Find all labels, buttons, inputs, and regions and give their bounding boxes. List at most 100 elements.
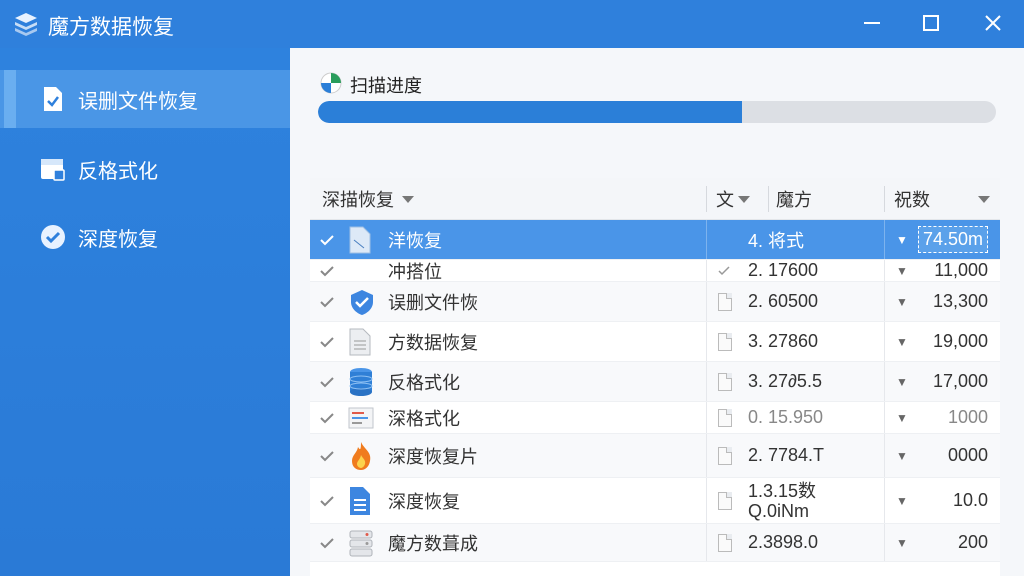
column-header-label: 深描恢复 xyxy=(322,190,394,210)
file-size: 0. 15.950 xyxy=(748,407,824,427)
check-icon[interactable] xyxy=(320,434,338,477)
file-name: 反格式化 xyxy=(388,372,460,393)
column-header-type[interactable]: 文 xyxy=(716,178,750,220)
spreadsheet-icon xyxy=(348,402,378,433)
file-name: 洋恢复 xyxy=(388,230,442,251)
dropdown-arrow-icon[interactable]: ▼ xyxy=(896,282,908,321)
file-type-icon xyxy=(718,282,734,321)
check-icon[interactable] xyxy=(320,220,338,259)
scan-progress-fill xyxy=(318,101,742,123)
dropdown-arrow-icon[interactable]: ▼ xyxy=(896,524,908,561)
drive-format-icon xyxy=(40,156,66,182)
minimize-button[interactable] xyxy=(857,8,887,38)
check-icon[interactable] xyxy=(320,260,338,281)
shield-check-icon xyxy=(348,282,378,321)
check-small-icon xyxy=(718,260,734,281)
close-button[interactable] xyxy=(978,8,1008,38)
sidebar-item-deep-recovery[interactable]: 深度恢复 xyxy=(0,208,290,266)
maximize-button[interactable] xyxy=(916,8,946,38)
file-type-icon xyxy=(718,478,734,523)
check-icon[interactable] xyxy=(320,524,338,561)
dropdown-arrow-icon[interactable]: ▼ xyxy=(896,260,908,281)
column-divider xyxy=(706,220,707,259)
table-row[interactable]: 误删文件恢 2. 60500 ▼ 13,300 xyxy=(310,282,1000,322)
dropdown-arrow-icon[interactable]: ▼ xyxy=(896,402,908,433)
column-divider xyxy=(706,186,707,212)
file-name: 深度恢复 xyxy=(388,491,460,512)
table-row[interactable]: 冲搭位 2. 17600 ▼ 11,000 xyxy=(310,260,1000,282)
file-name: 魔方数葺成 xyxy=(388,533,478,554)
document-check-icon xyxy=(40,86,66,112)
file-size: 3. 27∂5.5 xyxy=(748,371,822,391)
column-dropdown-icon[interactable] xyxy=(978,196,990,203)
file-type-icon xyxy=(718,322,734,361)
file-size: 1.3.15数 Q.0iNm xyxy=(748,480,817,521)
column-header-label: 祝数 xyxy=(894,190,930,210)
column-divider xyxy=(884,322,885,361)
file-count: 0000 xyxy=(947,445,988,465)
column-header-name[interactable]: 深描恢复 xyxy=(322,178,414,220)
server-icon xyxy=(348,524,378,561)
file-name: 冲搭位 xyxy=(388,261,442,282)
table-row[interactable]: 反格式化 3. 27∂5.5 ▼ 17,000 xyxy=(310,362,1000,402)
column-divider xyxy=(706,362,707,401)
sort-caret-icon xyxy=(738,195,750,203)
file-count: 17,000 xyxy=(932,371,988,391)
file-size: 2. 7784.T xyxy=(748,445,825,465)
dropdown-arrow-icon[interactable]: ▼ xyxy=(896,434,908,477)
file-count-value: 74.50m xyxy=(917,226,988,253)
column-header-count[interactable]: 祝数 xyxy=(894,178,930,220)
check-icon[interactable] xyxy=(320,362,338,401)
check-icon[interactable] xyxy=(320,282,338,321)
file-type-icon xyxy=(718,362,734,401)
column-divider xyxy=(706,434,707,477)
table-row[interactable]: 方数据恢复 3. 27860 ▼ 19,000 xyxy=(310,322,1000,362)
dropdown-arrow-icon[interactable]: ▼ xyxy=(896,322,908,361)
table-row[interactable]: 洋恢复 4. 将式 ▼ 74.50m xyxy=(310,220,1000,260)
column-header-label: 文 xyxy=(716,190,734,210)
column-divider xyxy=(884,402,885,433)
title-bar: 魔方数据恢复 xyxy=(0,0,1024,48)
table-row[interactable]: 魔方数葺成 2.3898.0 ▼ 200 xyxy=(310,524,1000,562)
file-count: 200 xyxy=(957,532,988,552)
sidebar: 误删文件恢复 反格式化 深度恢复 xyxy=(0,48,290,576)
sidebar-item-deleted-file-recovery[interactable]: 误删文件恢复 xyxy=(0,70,290,128)
document-blue-icon xyxy=(348,220,378,259)
sidebar-item-unformat[interactable]: 反格式化 xyxy=(0,140,290,198)
sidebar-item-label: 深度恢复 xyxy=(78,228,158,251)
dropdown-arrow-icon[interactable]: ▼ xyxy=(896,362,908,401)
main-content: 扫描进度 深描恢复 文 魔方 祝数 洋恢复 4. 将式 ▼ 74.50m 冲搭位… xyxy=(290,48,1024,576)
file-name: 深格式化 xyxy=(388,408,460,429)
table-row[interactable]: 深度恢复 1.3.15数 Q.0iNm ▼ 10.0 xyxy=(310,478,1000,524)
file-count: 74.50m xyxy=(917,220,988,259)
scan-progress-bar xyxy=(318,101,996,123)
check-icon[interactable] xyxy=(320,478,338,523)
file-count: 19,000 xyxy=(932,331,988,351)
dropdown-arrow-icon[interactable]: ▼ xyxy=(896,478,908,523)
sidebar-item-label: 反格式化 xyxy=(78,160,158,183)
app-logo-icon xyxy=(12,10,40,38)
column-divider xyxy=(706,282,707,321)
file-name: 方数据恢复 xyxy=(388,332,478,353)
column-divider xyxy=(706,478,707,523)
file-size: 2.3898.0 xyxy=(748,532,819,552)
dropdown-arrow-icon[interactable]: ▼ xyxy=(896,220,908,259)
table-row[interactable]: 深格式化 0. 15.950 ▼ 1000 xyxy=(310,402,1000,434)
check-circle-icon xyxy=(40,224,66,250)
check-icon[interactable] xyxy=(320,402,338,433)
column-header-size[interactable]: 魔方 xyxy=(776,178,812,220)
sidebar-item-label: 误删文件恢复 xyxy=(78,90,198,113)
file-size: 2. 60500 xyxy=(748,291,819,311)
column-divider xyxy=(884,478,885,523)
column-divider xyxy=(884,260,885,281)
check-icon[interactable] xyxy=(320,322,338,361)
file-size: 4. 将式 xyxy=(748,230,805,251)
file-type-icon xyxy=(718,434,734,477)
file-type-icon xyxy=(718,402,734,433)
column-divider xyxy=(884,524,885,561)
column-divider xyxy=(884,362,885,401)
file-name: 误删文件恢 xyxy=(388,292,478,313)
column-divider xyxy=(884,220,885,259)
fire-icon xyxy=(348,434,378,477)
table-row[interactable]: 深度恢复片 2. 7784.T ▼ 0000 xyxy=(310,434,1000,478)
